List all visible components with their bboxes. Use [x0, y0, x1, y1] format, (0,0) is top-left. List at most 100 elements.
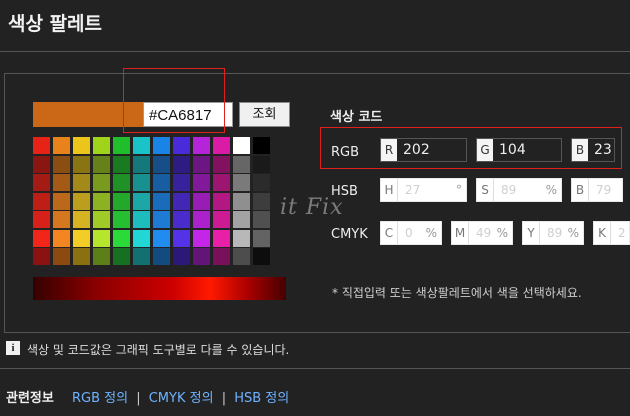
palette-swatch[interactable]	[213, 155, 230, 173]
palette-swatch[interactable]	[153, 248, 170, 265]
palette-swatch[interactable]	[153, 137, 170, 154]
palette-swatch[interactable]	[133, 192, 150, 210]
palette-swatch[interactable]	[253, 155, 270, 173]
palette-swatch[interactable]	[193, 137, 210, 154]
palette-swatch[interactable]	[93, 155, 110, 173]
palette-swatch[interactable]	[53, 211, 70, 228]
palette-swatch[interactable]	[193, 229, 210, 247]
palette-swatch[interactable]	[173, 248, 190, 265]
palette-swatch[interactable]	[73, 155, 90, 173]
rgb-definition-link[interactable]: RGB 정의	[72, 391, 128, 406]
palette-swatch[interactable]	[113, 211, 130, 228]
k-letter: K	[594, 222, 611, 244]
palette-swatch[interactable]	[133, 174, 150, 191]
palette-swatch[interactable]	[193, 155, 210, 173]
palette-swatch[interactable]	[173, 229, 190, 247]
palette-swatch[interactable]	[133, 155, 150, 173]
palette-swatch[interactable]	[193, 174, 210, 191]
shade-gradient-bar[interactable]	[33, 277, 286, 300]
hsb-s-field[interactable]: S 89 %	[476, 178, 562, 202]
palette-swatch[interactable]	[213, 192, 230, 210]
palette-swatch[interactable]	[73, 192, 90, 210]
palette-swatch[interactable]	[93, 211, 110, 228]
palette-swatch[interactable]	[133, 137, 150, 154]
cmyk-c-field[interactable]: C 0 %	[380, 221, 442, 245]
palette-swatch[interactable]	[93, 248, 110, 265]
link-separator: |	[136, 391, 141, 406]
cmyk-definition-link[interactable]: CMYK 정의	[149, 391, 214, 406]
palette-swatch[interactable]	[113, 229, 130, 247]
palette-swatch[interactable]	[233, 155, 250, 173]
palette-swatch[interactable]	[93, 192, 110, 210]
palette-swatch[interactable]	[173, 211, 190, 228]
palette-swatch[interactable]	[53, 248, 70, 265]
palette-swatch[interactable]	[173, 192, 190, 210]
palette-swatch[interactable]	[33, 155, 50, 173]
palette-swatch[interactable]	[113, 137, 130, 154]
palette-swatch[interactable]	[153, 192, 170, 210]
palette-swatch[interactable]	[233, 229, 250, 247]
palette-swatch[interactable]	[33, 192, 50, 210]
hsb-b-value: 79	[596, 183, 612, 197]
cmyk-m-field[interactable]: M 49 %	[451, 221, 513, 245]
palette-swatch[interactable]	[33, 137, 50, 154]
palette-swatch[interactable]	[253, 174, 270, 191]
palette-swatch[interactable]	[193, 211, 210, 228]
palette-swatch[interactable]	[73, 229, 90, 247]
palette-swatch[interactable]	[73, 248, 90, 265]
palette-swatch[interactable]	[53, 155, 70, 173]
palette-swatch[interactable]	[253, 192, 270, 210]
palette-swatch[interactable]	[173, 155, 190, 173]
hsb-b-field[interactable]: B 79	[571, 178, 623, 202]
palette-swatch[interactable]	[153, 229, 170, 247]
palette-swatch[interactable]	[233, 174, 250, 191]
palette-swatch[interactable]	[233, 192, 250, 210]
palette-swatch[interactable]	[253, 229, 270, 247]
palette-swatch[interactable]	[253, 211, 270, 228]
palette-swatch[interactable]	[93, 137, 110, 154]
palette-swatch[interactable]	[53, 174, 70, 191]
palette-swatch[interactable]	[253, 248, 270, 265]
palette-swatch[interactable]	[213, 229, 230, 247]
palette-swatch[interactable]	[113, 174, 130, 191]
palette-swatch[interactable]	[133, 211, 150, 228]
palette-swatch[interactable]	[213, 211, 230, 228]
palette-swatch[interactable]	[173, 174, 190, 191]
palette-swatch[interactable]	[233, 248, 250, 265]
palette-swatch[interactable]	[33, 174, 50, 191]
palette-swatch[interactable]	[153, 211, 170, 228]
palette-swatch[interactable]	[93, 174, 110, 191]
palette-swatch[interactable]	[193, 248, 210, 265]
palette-swatch[interactable]	[113, 192, 130, 210]
palette-swatch[interactable]	[213, 248, 230, 265]
palette-swatch[interactable]	[133, 229, 150, 247]
palette-swatch[interactable]	[73, 211, 90, 228]
palette-swatch[interactable]	[213, 137, 230, 154]
palette-swatch[interactable]	[33, 248, 50, 265]
palette-swatch[interactable]	[113, 248, 130, 265]
palette-swatch[interactable]	[173, 137, 190, 154]
palette-swatch[interactable]	[33, 211, 50, 228]
palette-swatch[interactable]	[33, 229, 50, 247]
lookup-button[interactable]: 조회	[239, 102, 290, 127]
hsb-definition-link[interactable]: HSB 정의	[234, 391, 289, 406]
palette-swatch[interactable]	[233, 211, 250, 228]
palette-swatch[interactable]	[93, 229, 110, 247]
c-value: 0	[405, 226, 413, 240]
palette-swatch[interactable]	[53, 192, 70, 210]
palette-swatch[interactable]	[253, 137, 270, 154]
cmyk-k-field[interactable]: K 2	[593, 221, 630, 245]
palette-swatch[interactable]	[53, 137, 70, 154]
palette-swatch[interactable]	[73, 174, 90, 191]
palette-swatch[interactable]	[73, 137, 90, 154]
palette-swatch[interactable]	[213, 174, 230, 191]
palette-swatch[interactable]	[193, 192, 210, 210]
palette-swatch[interactable]	[153, 155, 170, 173]
palette-swatch[interactable]	[133, 248, 150, 265]
cmyk-y-field[interactable]: Y 89 %	[522, 221, 584, 245]
palette-swatch[interactable]	[153, 174, 170, 191]
palette-swatch[interactable]	[53, 229, 70, 247]
palette-swatch[interactable]	[233, 137, 250, 154]
hsb-h-field[interactable]: H 27 °	[380, 178, 467, 202]
palette-swatch[interactable]	[113, 155, 130, 173]
